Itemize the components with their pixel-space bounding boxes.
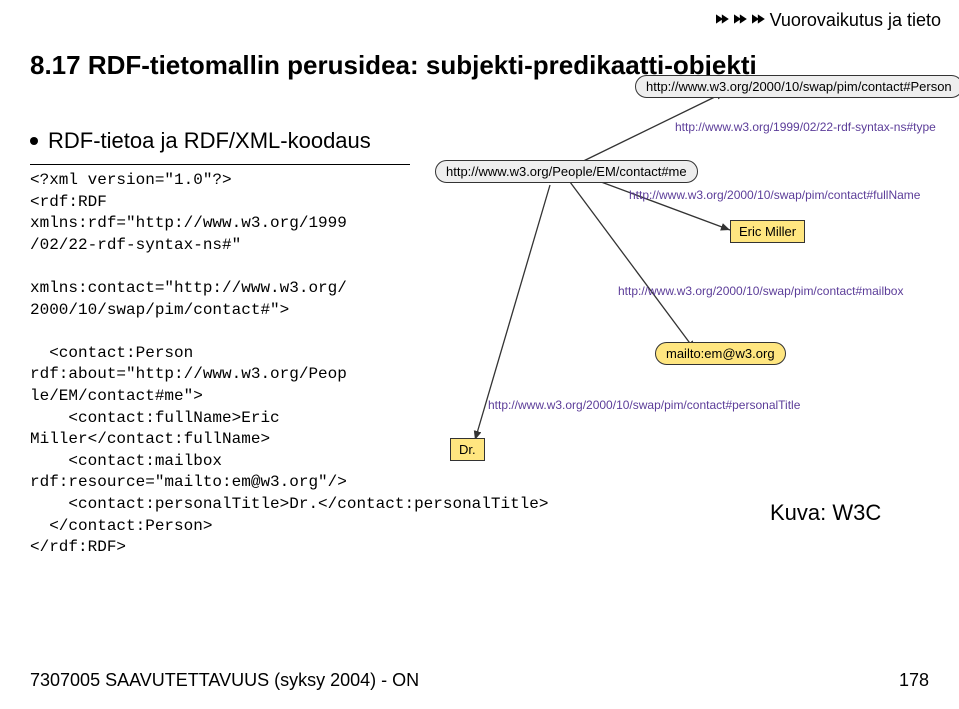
- arrow-icon: [716, 10, 730, 31]
- node-fullname-value: Eric Miller: [730, 220, 805, 243]
- subheading-text: RDF-tietoa ja RDF/XML-koodaus: [48, 128, 371, 154]
- edge-label-mailbox: http://www.w3.org/2000/10/swap/pim/conta…: [618, 284, 903, 298]
- footer: 7307005 SAAVUTETTAVUUS (syksy 2004) - ON…: [30, 670, 929, 691]
- node-type: http://www.w3.org/2000/10/swap/pim/conta…: [635, 75, 959, 98]
- node-mailbox-value: mailto:em@w3.org: [655, 342, 786, 365]
- arrow-icon: [752, 10, 766, 31]
- edge-label-type: http://www.w3.org/1999/02/22-rdf-syntax-…: [675, 120, 936, 134]
- source-label: Kuva: W3C: [770, 500, 881, 526]
- code-block: <?xml version="1.0"?> <rdf:RDF xmlns:rdf…: [30, 170, 450, 559]
- rdf-diagram: http://www.w3.org/People/EM/contact#me h…: [435, 50, 955, 490]
- divider: [30, 164, 410, 165]
- diagram-edges: [435, 50, 955, 490]
- arrow-icon: [734, 10, 748, 31]
- breadcrumb: Vuorovaikutus ja tieto: [716, 10, 941, 31]
- breadcrumb-text: Vuorovaikutus ja tieto: [770, 10, 941, 31]
- edge-label-fullname: http://www.w3.org/2000/10/swap/pim/conta…: [629, 188, 920, 202]
- footer-page-number: 178: [899, 670, 929, 691]
- node-title-value: Dr.: [450, 438, 485, 461]
- node-root: http://www.w3.org/People/EM/contact#me: [435, 160, 698, 183]
- bullet-icon: [30, 137, 38, 145]
- subheading: RDF-tietoa ja RDF/XML-koodaus: [30, 128, 371, 154]
- footer-left: 7307005 SAAVUTETTAVUUS (syksy 2004) - ON: [30, 670, 419, 691]
- edge-label-personaltitle: http://www.w3.org/2000/10/swap/pim/conta…: [488, 398, 800, 412]
